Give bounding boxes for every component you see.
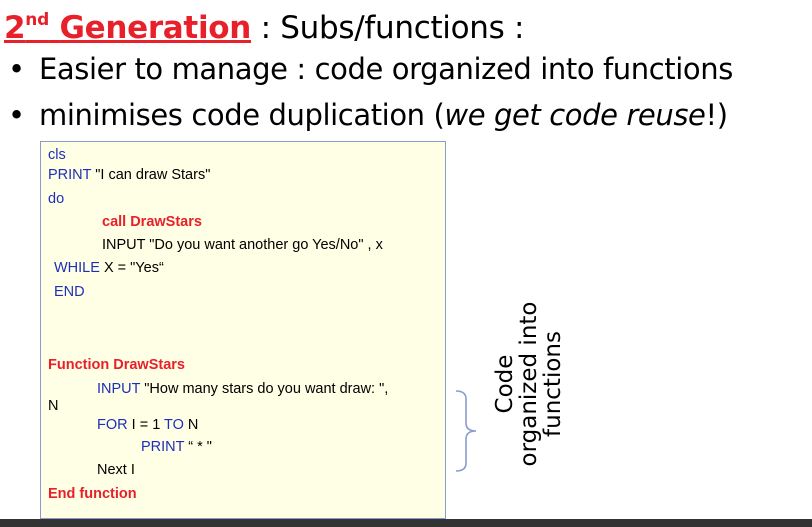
- bullet-code-duplication: • minimises code duplication (we get code…: [8, 97, 728, 133]
- bullet-text: Easier to manage : code organized into f…: [39, 52, 733, 86]
- code-line-while: WHILE X = "Yes“: [54, 259, 164, 277]
- code-line-print-star: PRINT “ * ": [141, 438, 212, 456]
- bullet-easier-to-manage: • Easier to manage : code organized into …: [8, 51, 733, 87]
- code-line-do: do: [48, 191, 65, 207]
- code-keyword: INPUT: [102, 237, 146, 253]
- side-label-line: organized into: [516, 301, 542, 467]
- bottom-bar: [0, 519, 812, 527]
- gen-number: 2: [4, 10, 26, 46]
- bullet-text-post: !): [705, 98, 728, 132]
- gen-word: Generation: [59, 10, 252, 46]
- side-label-text: Code organized into functions: [492, 301, 566, 467]
- code-keyword: TO: [164, 417, 184, 433]
- code-keyword: INPUT: [97, 381, 141, 397]
- code-text: N: [183, 417, 199, 433]
- code-line-function: Function DrawStars: [48, 357, 185, 373]
- code-keyword: Next: [97, 462, 127, 478]
- title-rest: : Subs/functions :: [251, 10, 525, 46]
- code-text: "How many stars do you want draw: ",: [140, 381, 389, 397]
- side-label-line: functions: [540, 331, 566, 437]
- code-text: I = 1: [127, 417, 165, 433]
- code-listing: cls PRINT "I can draw Stars" do call Dra…: [40, 141, 446, 519]
- gen-suffix: nd: [25, 10, 49, 30]
- bullet-dot: •: [8, 98, 25, 132]
- code-line-n: N: [48, 398, 59, 414]
- code-line-end: END: [54, 284, 85, 300]
- code-line-call: call DrawStars: [102, 214, 202, 230]
- code-keyword: PRINT: [141, 439, 185, 455]
- code-line-print: PRINT "I can draw Stars": [48, 166, 210, 184]
- code-keyword: PRINT: [48, 167, 92, 183]
- slide-title: 2nd Generation : Subs/functions :: [4, 0, 524, 48]
- bullet-dot: •: [8, 52, 25, 86]
- code-line-end-function: End function: [48, 486, 137, 502]
- code-line-input-stars: INPUT "How many stars do you want draw: …: [97, 380, 388, 398]
- bullet-text-emphasis: we get code reuse: [444, 98, 706, 132]
- code-keyword: FOR: [97, 417, 128, 433]
- code-text: X = "Yes“: [99, 260, 164, 276]
- side-label-line: Code: [492, 354, 518, 414]
- code-text: “ * ": [184, 439, 212, 455]
- side-label: Code organized into functions: [484, 268, 574, 500]
- code-keyword: WHILE: [54, 260, 100, 276]
- code-text: "I can draw Stars": [91, 167, 211, 183]
- code-line-cls: cls: [48, 147, 66, 163]
- code-text: I: [126, 462, 135, 478]
- code-line-input: INPUT "Do you want another go Yes/No" , …: [102, 236, 383, 254]
- generation-heading: 2nd Generation: [4, 10, 251, 46]
- code-text: "Do you want another go Yes/No" , x: [145, 237, 383, 253]
- curly-brace-icon: [455, 390, 477, 472]
- code-line-next: Next I: [97, 461, 135, 479]
- code-line-for: FOR I = 1 TO N: [97, 416, 198, 434]
- bullet-text-pre: minimises code duplication (: [39, 98, 445, 132]
